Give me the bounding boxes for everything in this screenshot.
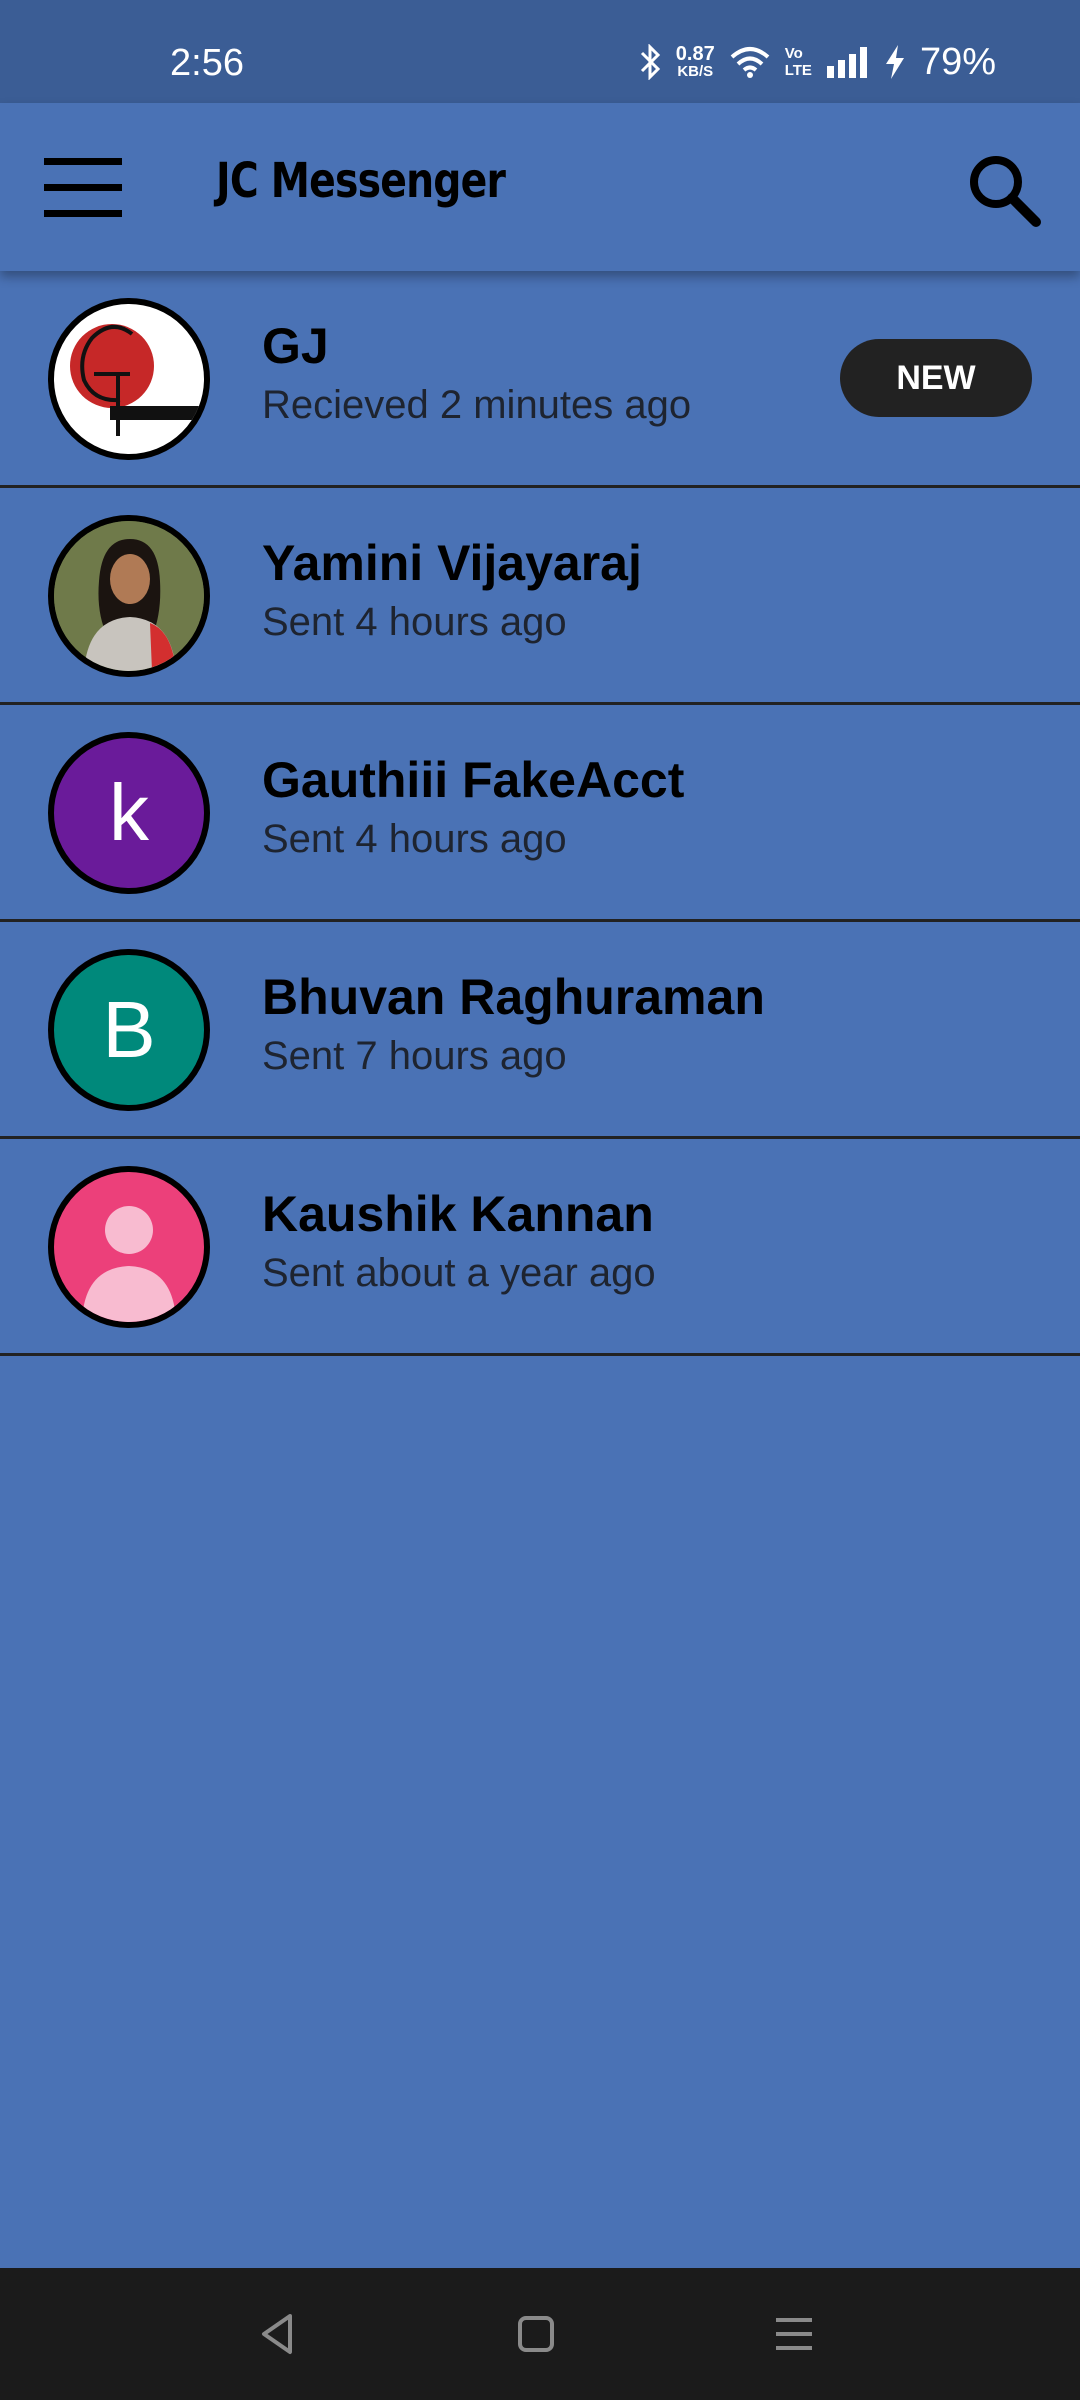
status-bar: 2:56 0.87 KB/S Vo LTE 79% <box>0 0 1080 103</box>
hamburger-menu-icon[interactable] <box>40 158 126 218</box>
charging-icon <box>885 45 904 79</box>
conversation-status: Sent 4 hours ago <box>262 817 567 861</box>
conversation-name: GJ <box>262 318 329 374</box>
avatar-gj-logo <box>48 298 210 460</box>
back-icon[interactable] <box>248 2304 308 2364</box>
default-person-icon <box>82 1206 176 1322</box>
system-nav-bar <box>0 2268 1080 2400</box>
signal-icon <box>826 47 867 78</box>
app-bar: JC Messenger <box>0 103 1080 271</box>
conversation-name: Kaushik Kannan <box>262 1186 654 1242</box>
status-icons: 0.87 KB/S Vo LTE 79% <box>640 40 996 84</box>
conversation-row-gauthiii-fakeacct[interactable]: k Gauthiii FakeAcct Sent 4 hours ago <box>0 705 1080 922</box>
data-rate: 0.87 KB/S <box>676 44 715 80</box>
volte-top: Vo <box>784 45 803 62</box>
conversation-status: Recieved 2 minutes ago <box>262 383 692 427</box>
avatar-placeholder <box>48 1166 210 1328</box>
conversation-list: GJ Recieved 2 minutes ago NEW Yamini Vij… <box>0 271 1080 1356</box>
conversation-row-gj[interactable]: GJ Recieved 2 minutes ago NEW <box>0 271 1080 488</box>
avatar-letter: B <box>48 949 210 1111</box>
conversation-status: Sent about a year ago <box>262 1251 656 1295</box>
new-badge: NEW <box>840 339 1032 417</box>
data-rate-unit: KB/S <box>677 63 714 80</box>
volte-indicator: Vo LTE <box>785 45 812 79</box>
conversation-status: Sent 7 hours ago <box>262 1034 567 1078</box>
conversation-row-bhuvan-raghuraman[interactable]: B Bhuvan Raghuraman Sent 7 hours ago <box>0 922 1080 1139</box>
person-photo-icon <box>54 521 204 671</box>
avatar-letter: k <box>48 732 210 894</box>
data-rate-value: 0.87 <box>675 43 715 65</box>
home-icon[interactable] <box>506 2304 566 2364</box>
recents-icon[interactable] <box>764 2304 824 2364</box>
conversation-row-kaushik-kannan[interactable]: Kaushik Kannan Sent about a year ago <box>0 1139 1080 1356</box>
conversation-name: Bhuvan Raghuraman <box>262 969 765 1025</box>
avatar-yamini-photo <box>48 515 210 677</box>
avatar-initial: k <box>109 768 149 857</box>
avatar-initial: B <box>102 985 156 1074</box>
volte-bottom: LTE <box>784 62 812 79</box>
battery-level: 79% <box>919 41 996 83</box>
gj-logo-icon <box>70 324 200 436</box>
conversation-row-yamini-vijayaraj[interactable]: Yamini Vijayaraj Sent 4 hours ago <box>0 488 1080 705</box>
wifi-icon <box>730 47 770 78</box>
status-time: 2:56 <box>170 42 244 84</box>
conversation-name: Yamini Vijayaraj <box>262 535 642 591</box>
app-title: JC Messenger <box>216 153 506 209</box>
conversation-name: Gauthiii FakeAcct <box>262 752 685 808</box>
conversation-status: Sent 4 hours ago <box>262 600 567 644</box>
bluetooth-icon <box>640 44 660 80</box>
search-icon[interactable] <box>964 150 1044 230</box>
